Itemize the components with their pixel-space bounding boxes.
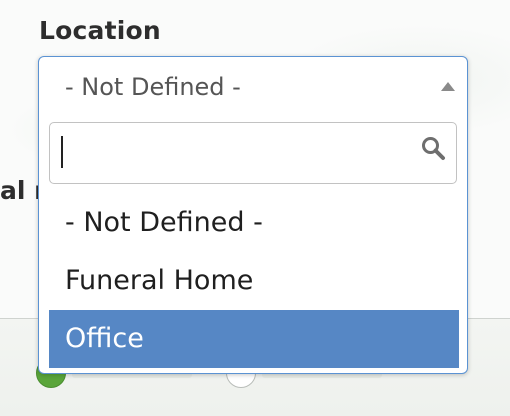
search-icon bbox=[422, 137, 445, 160]
triangle-up-icon[interactable] bbox=[441, 82, 455, 91]
option-funeral-home[interactable]: Funeral Home bbox=[49, 252, 459, 310]
option-office[interactable]: Office bbox=[49, 310, 459, 368]
location-select-current[interactable]: - Not Defined - bbox=[39, 57, 467, 119]
dropdown-search-input[interactable] bbox=[60, 131, 400, 173]
option-not-defined[interactable]: - Not Defined - bbox=[49, 194, 459, 252]
location-select-dropdown[interactable]: - Not Defined - - Not Defined - Funeral … bbox=[38, 56, 468, 374]
selected-value: - Not Defined - bbox=[65, 73, 241, 101]
dropdown-search-box[interactable] bbox=[49, 122, 457, 184]
partial-field-label: al r bbox=[0, 176, 40, 205]
location-label: Location bbox=[39, 16, 161, 45]
